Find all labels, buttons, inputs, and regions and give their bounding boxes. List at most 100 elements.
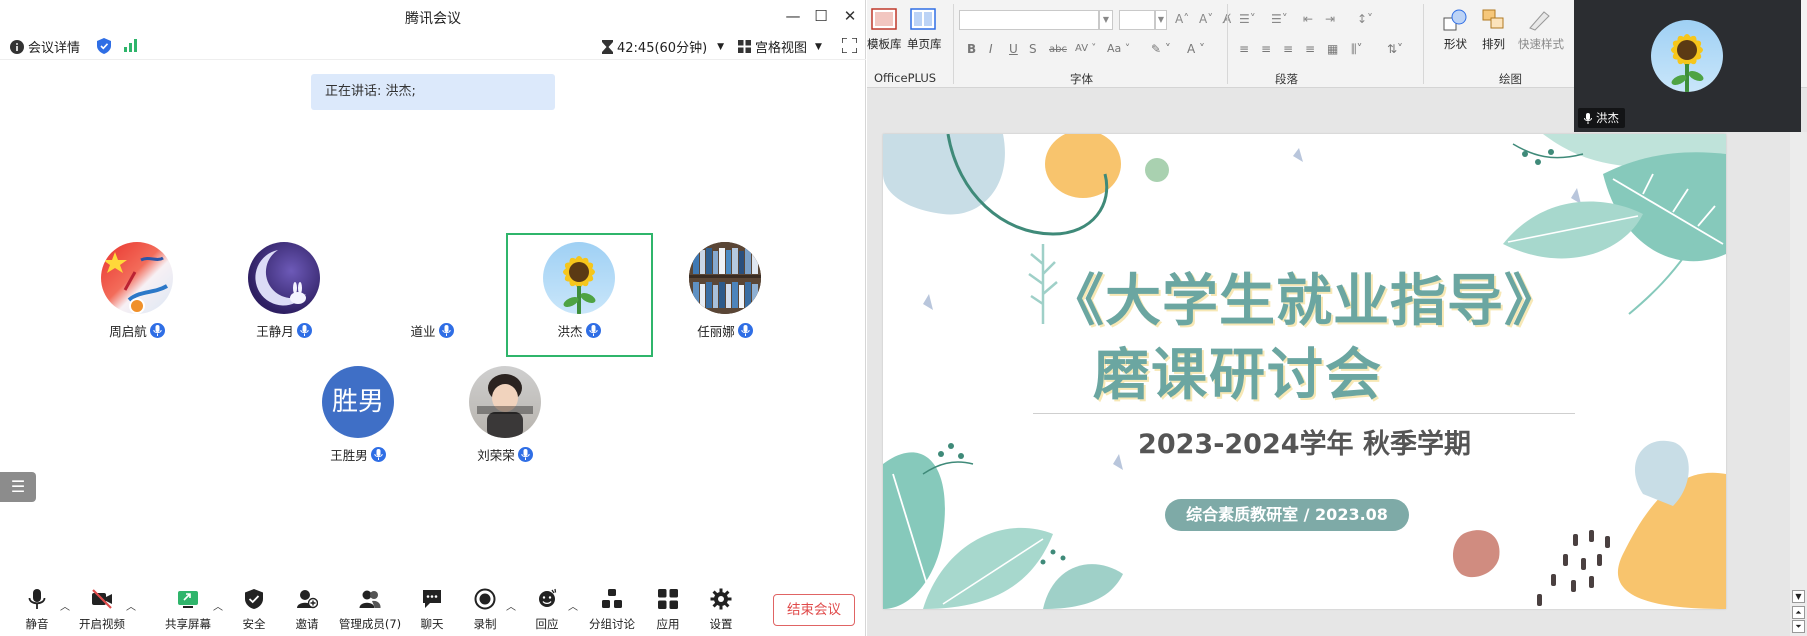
sunflower-avatar (1651, 20, 1723, 92)
maximize-button[interactable]: ☐ (810, 6, 832, 26)
breakout-rooms-button[interactable]: 分组讨论 (588, 588, 636, 632)
participant-tile[interactable]: 刘荣荣 (450, 366, 560, 464)
manage-members-button[interactable]: 管理成员(7) (338, 588, 402, 632)
grow-font-icon[interactable]: A˄ (1175, 12, 1189, 26)
shapes-icon[interactable] (1442, 8, 1468, 32)
slide-title-line-2: 磨课研讨会 (1093, 343, 1383, 408)
quick-styles-label[interactable]: 快速样式 (1518, 36, 1564, 52)
hourglass-icon (602, 39, 613, 54)
underline-icon[interactable]: U (1009, 42, 1018, 56)
participant-name: 周启航 (109, 324, 147, 339)
member-list-toggle[interactable]: ☰ (0, 472, 36, 502)
record-button[interactable]: 录制 (468, 588, 502, 632)
decrease-indent-icon[interactable]: ⇤ (1303, 12, 1313, 26)
arrange-label[interactable]: 排列 (1482, 36, 1505, 52)
grid-view-button[interactable]: 宫格视图 ▼ (738, 37, 822, 56)
paragraph-group-label: 段落 (1275, 72, 1298, 86)
participant-tile[interactable]: 任丽娜 (670, 242, 780, 340)
end-meeting-button[interactable]: 结束会议 (773, 594, 855, 626)
scroll-down-icon[interactable]: ▼ (1792, 590, 1805, 603)
bookshelf-avatar (689, 242, 761, 314)
font-name-dropdown[interactable] (959, 10, 1099, 30)
arrange-icon[interactable] (1481, 8, 1507, 32)
react-button[interactable]: 回应 (530, 588, 564, 632)
page-up-icon[interactable]: ⏶ (1792, 606, 1805, 619)
chevron-up-icon[interactable]: ︿ (506, 598, 516, 613)
participant-tile[interactable]: 洪杰 (524, 242, 634, 340)
security-button[interactable]: 安全 (237, 588, 271, 632)
char-spacing-icon[interactable]: AV ˅ (1075, 43, 1096, 54)
chevron-down-icon[interactable]: ▼ (1155, 10, 1167, 30)
chevron-up-icon[interactable]: ︿ (213, 598, 223, 613)
invite-button[interactable]: 邀请 (290, 588, 324, 632)
meeting-details-button[interactable]: 会议详情 (10, 37, 80, 56)
chat-button[interactable]: 聊天 (415, 588, 449, 632)
start-video-button[interactable]: 开启视频 (78, 588, 126, 632)
align-left-icon[interactable]: ≡ (1239, 42, 1249, 56)
video-thumbnail[interactable]: 洪杰 (1574, 0, 1801, 132)
highlight-icon[interactable]: ✎ ˅ (1151, 42, 1171, 56)
bold-icon[interactable]: B (967, 42, 976, 56)
participant-tile[interactable]: 周启航 (82, 242, 192, 340)
chevron-up-icon[interactable]: ︿ (126, 598, 136, 613)
ribbon-separator (953, 4, 954, 84)
apps-icon (658, 589, 678, 609)
participant-name: 刘荣荣 (477, 448, 515, 463)
increase-indent-icon[interactable]: ⇥ (1325, 12, 1335, 26)
distributed-icon[interactable]: ▦ (1327, 42, 1338, 56)
numbering-icon[interactable]: ☰˅ (1271, 12, 1288, 26)
justify-icon[interactable]: ≡ (1305, 42, 1315, 56)
apps-button[interactable]: 应用 (651, 588, 685, 632)
chevron-down-icon: ▼ (815, 41, 822, 52)
mic-icon (370, 447, 386, 462)
shrink-font-icon[interactable]: A˅ (1199, 12, 1213, 26)
columns-icon[interactable]: ⫼˅ (1351, 42, 1363, 57)
slide-title-line-1: 《大学生就业指导》 (1048, 269, 1561, 334)
close-button[interactable]: ✕ (839, 6, 861, 26)
mute-button[interactable]: 静音 (20, 588, 54, 632)
change-case-icon[interactable]: Aa ˅ (1107, 42, 1130, 55)
list-icon: ☰ (10, 477, 26, 496)
shadow-icon[interactable]: S (1029, 42, 1037, 56)
quick-styles-icon[interactable] (1527, 8, 1553, 32)
align-right-icon[interactable]: ≡ (1283, 42, 1293, 56)
info-bar: 会议详情 42:45(60分钟) ▼ 宫格视图 ▼ (0, 32, 866, 60)
mic-icon (296, 323, 312, 338)
breakout-rooms-label: 分组讨论 (589, 617, 635, 631)
bullets-icon[interactable]: ☰˅ (1239, 12, 1256, 26)
invite-label: 邀请 (295, 617, 319, 631)
participant-tile[interactable]: 胜男 王胜男 (303, 366, 413, 464)
align-center-icon[interactable]: ≡ (1261, 42, 1271, 56)
text-direction-icon[interactable]: ⇅˅ (1387, 42, 1403, 56)
font-color-icon[interactable]: A ˅ (1187, 42, 1205, 56)
participant-tile[interactable]: 道业 (377, 242, 487, 340)
chevron-up-icon[interactable]: ︿ (568, 598, 578, 613)
share-screen-button[interactable]: 共享屏幕 (164, 588, 212, 632)
participant-tile[interactable]: 王静月 (229, 242, 339, 340)
single-page-library-label[interactable]: 单页库 (907, 36, 942, 52)
strikethrough-icon[interactable]: abc (1049, 44, 1067, 55)
template-library-label[interactable]: 模板库 (867, 36, 902, 52)
minimize-button[interactable]: — (782, 6, 804, 26)
chevron-up-icon[interactable]: ︿ (60, 598, 70, 613)
fullscreen-icon[interactable] (842, 38, 857, 53)
signal-icon[interactable] (124, 39, 138, 52)
italic-icon[interactable]: I (989, 42, 993, 56)
shield-icon[interactable] (97, 38, 111, 54)
meeting-timer[interactable]: 42:45(60分钟) ▼ (602, 37, 724, 56)
chevron-down-icon: ▼ (717, 41, 725, 52)
officeplus-group-label: OfficePLUS (874, 71, 937, 85)
vertical-scrollbar[interactable]: ▼ ⏶ ⏷ (1790, 132, 1807, 636)
window-title: 腾讯会议 (405, 11, 461, 27)
settings-button[interactable]: 设置 (704, 588, 738, 632)
slide-term: 2023-2024学年 秋季学期 (1138, 429, 1471, 460)
shapes-label[interactable]: 形状 (1444, 36, 1467, 52)
font-size-dropdown[interactable] (1119, 10, 1155, 30)
slide-canvas[interactable]: 《大学生就业指导》 磨课研讨会 2023-2024学年 秋季学期 综合素质教研室… (883, 134, 1726, 609)
page-down-icon[interactable]: ⏷ (1792, 620, 1805, 633)
template-library-icon[interactable] (871, 8, 897, 32)
slide-divider (1033, 413, 1575, 414)
line-spacing-icon[interactable]: ↕˅ (1357, 12, 1373, 26)
chevron-down-icon[interactable]: ▼ (1099, 10, 1113, 30)
single-page-library-icon[interactable] (910, 8, 936, 32)
